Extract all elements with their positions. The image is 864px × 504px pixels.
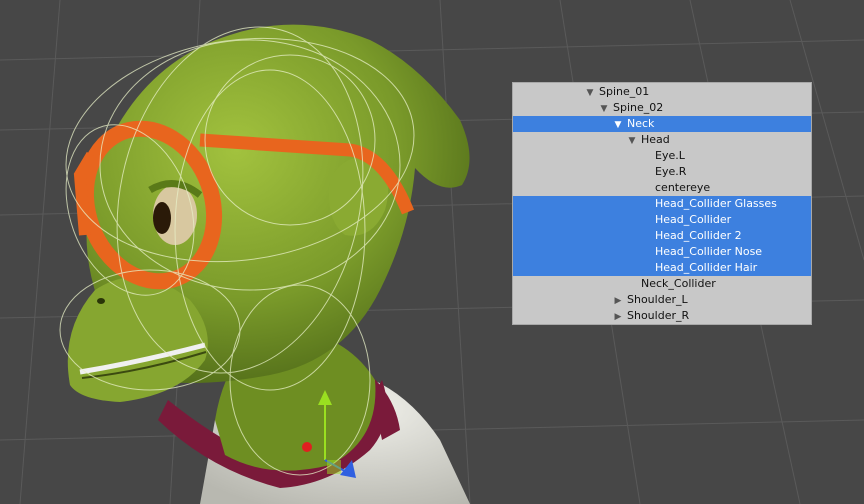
triangle-down-icon[interactable]: ▼ [585, 85, 595, 101]
hierarchy-item[interactable]: ▼ Spine_01 [513, 84, 811, 100]
hierarchy-item-label: Head_Collider Hair [655, 261, 758, 274]
hierarchy-item-label: Head [641, 133, 670, 146]
hierarchy-item[interactable]: centereye [513, 180, 811, 196]
hierarchy-item-label: Eye.L [655, 149, 685, 162]
eye-pupil [153, 202, 171, 234]
hierarchy-item[interactable]: ▼ Head [513, 132, 811, 148]
hierarchy-item-label: Eye.R [655, 165, 687, 178]
scene-viewport[interactable]: ▼ Spine_01 ▼ Spine_02 ▼ Neck ▼ Head Eye.L Eye.R ce… [0, 0, 864, 504]
triangle-down-icon[interactable]: ▼ [613, 117, 623, 133]
x-axis-handle [302, 442, 312, 452]
hierarchy-item-label: Shoulder_L [627, 293, 688, 306]
hierarchy-item[interactable]: Head_Collider Glasses [513, 196, 811, 212]
hierarchy-item-label: Head_Collider 2 [655, 229, 742, 242]
hierarchy-item-label: Head_Collider [655, 213, 732, 226]
hierarchy-item[interactable]: ▼ Spine_02 [513, 100, 811, 116]
triangle-right-icon[interactable]: ▶ [613, 293, 623, 309]
nostril [97, 298, 105, 304]
triangle-down-icon[interactable]: ▼ [599, 101, 609, 117]
hierarchy-item[interactable]: Neck_Collider [513, 276, 811, 292]
hierarchy-item-label: Neck_Collider [641, 277, 716, 290]
triangle-down-icon[interactable]: ▼ [627, 133, 637, 149]
hierarchy-panel[interactable]: ▼ Spine_01 ▼ Spine_02 ▼ Neck ▼ Head Eye.L Eye.R ce… [512, 82, 812, 325]
hierarchy-item-label: Spine_01 [599, 85, 650, 98]
hierarchy-item[interactable]: ▶ Shoulder_L [513, 292, 811, 308]
hierarchy-item[interactable]: Head_Collider [513, 212, 811, 228]
hierarchy-item-label: Shoulder_R [627, 309, 690, 322]
hierarchy-item[interactable]: Head_Collider Hair [513, 260, 811, 276]
hierarchy-item[interactable]: Eye.R [513, 164, 811, 180]
hierarchy-item-label: Neck [627, 117, 655, 130]
hierarchy-item[interactable]: Eye.L [513, 148, 811, 164]
hierarchy-item-label: centereye [655, 181, 711, 194]
hierarchy-item-label: Head_Collider Nose [655, 245, 763, 258]
hierarchy-item[interactable]: Head_Collider 2 [513, 228, 811, 244]
hierarchy-item[interactable]: ▼ Neck [513, 116, 811, 132]
hierarchy-item[interactable]: Head_Collider Nose [513, 244, 811, 260]
triangle-right-icon[interactable]: ▶ [613, 309, 623, 325]
hierarchy-item[interactable]: ▶ Shoulder_R [513, 308, 811, 324]
hierarchy-item-label: Spine_02 [613, 101, 664, 114]
plane-handle [327, 460, 341, 474]
hierarchy-item-label: Head_Collider Glasses [655, 197, 777, 210]
